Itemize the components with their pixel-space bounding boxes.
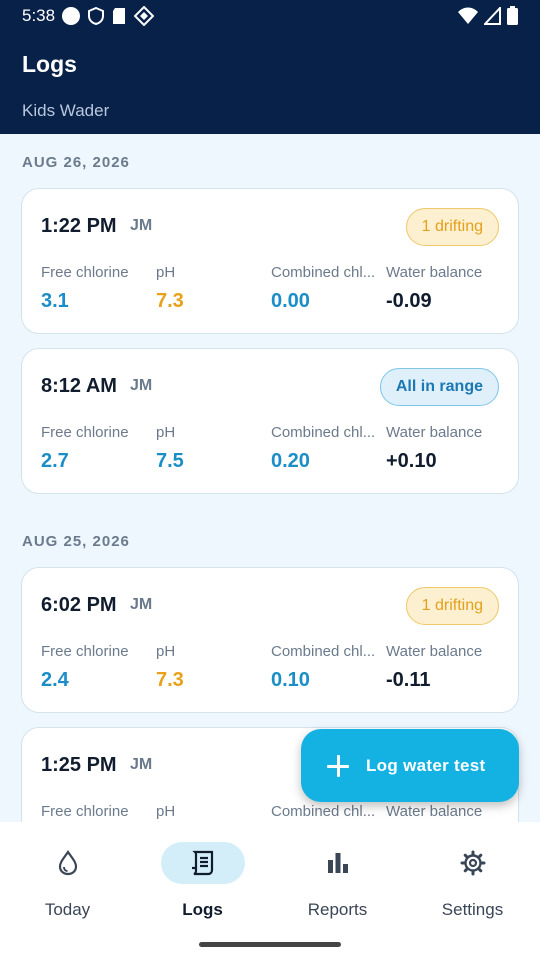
log-list[interactable]: AUG 26, 2026 1:22 PM JM 1 drifting Free … xyxy=(0,134,540,822)
log-time: 6:02 PM xyxy=(41,594,117,616)
sd-card-icon xyxy=(113,8,125,24)
metric-label: Water balance xyxy=(386,803,483,820)
metric-value: -0.11 xyxy=(386,669,431,691)
metric-label: Water balance xyxy=(386,264,483,281)
metric-ph: pH xyxy=(156,803,266,820)
metric-label: pH xyxy=(156,803,176,820)
metric-free-chlorine: Free chlorine 2.7 xyxy=(41,424,151,473)
circle-notification-icon xyxy=(62,7,80,25)
bottom-navigation: Today Logs Reports Settings xyxy=(0,822,540,960)
tester-initials: JM xyxy=(130,596,153,613)
metric-value: 0.10 xyxy=(271,669,310,691)
metric-label: Water balance xyxy=(386,643,483,660)
metric-value: -0.09 xyxy=(386,290,432,312)
pool-name: Kids Wader xyxy=(22,101,110,120)
metric-value: +0.10 xyxy=(386,450,437,472)
status-time: 5:38 xyxy=(22,6,56,25)
nav-label: Logs xyxy=(182,900,223,919)
metric-free-chlorine: Free chlorine xyxy=(41,803,151,820)
nav-icon-container xyxy=(431,842,515,884)
nav-icon-container xyxy=(296,842,380,884)
metric-combined-chlorine: Combined chl... 0.20 xyxy=(271,424,381,473)
metric-water-balance: Water balance xyxy=(386,803,506,820)
data-saver-icon xyxy=(134,6,154,26)
metric-combined-chlorine: Combined chl... 0.10 xyxy=(271,643,381,692)
battery-icon xyxy=(507,6,518,25)
metric-label: Free chlorine xyxy=(41,803,129,820)
bar-chart-icon xyxy=(327,853,348,873)
date-header: AUG 25, 2026 xyxy=(22,533,130,550)
tester-initials: JM xyxy=(130,217,153,234)
logbook-icon xyxy=(191,850,213,876)
metric-label: Free chlorine xyxy=(41,264,129,281)
nav-label: Settings xyxy=(441,900,504,919)
fab-label: Log water test xyxy=(366,755,486,775)
metric-free-chlorine: Free chlorine 3.1 xyxy=(41,264,151,313)
app-header: 5:38 Logs Kids Wader xyxy=(0,0,540,134)
status-badge: 1 drifting xyxy=(405,587,499,625)
nav-reports[interactable]: Reports xyxy=(270,842,405,920)
home-indicator[interactable] xyxy=(199,942,341,947)
date-header: AUG 26, 2026 xyxy=(22,154,130,171)
notification-icons xyxy=(62,6,154,26)
page-title: Logs xyxy=(22,51,77,77)
metric-label: pH xyxy=(156,424,176,441)
metric-combined-chlorine: Combined chl... 0.00 xyxy=(271,264,381,313)
metric-water-balance: Water balance -0.11 xyxy=(386,643,506,692)
shield-icon xyxy=(88,7,104,25)
signal-icon xyxy=(484,6,501,25)
tester-initials: JM xyxy=(130,377,153,394)
status-badge: 1 drifting xyxy=(405,208,499,246)
log-water-test-button[interactable]: Log water test xyxy=(301,729,519,802)
log-time: 8:12 AM xyxy=(41,375,117,397)
metric-label: Combined chl... xyxy=(271,424,376,441)
metric-label: Combined chl... xyxy=(271,264,376,281)
log-card[interactable]: 8:12 AM JM All in range Free chlorine 2.7… xyxy=(21,348,519,494)
tester-initials: JM xyxy=(130,756,153,773)
metric-value: 7.5 xyxy=(156,450,184,472)
log-card[interactable]: 6:02 PM JM 1 drifting Free chlorine 2.4 p… xyxy=(21,567,519,713)
metric-free-chlorine: Free chlorine 2.4 xyxy=(41,643,151,692)
nav-logs[interactable]: Logs xyxy=(135,842,270,920)
nav-today[interactable]: Today xyxy=(0,842,135,920)
log-time: 1:22 PM xyxy=(41,215,117,237)
metric-ph: pH 7.3 xyxy=(156,643,266,692)
status-badge: All in range xyxy=(379,368,499,406)
nav-label: Today xyxy=(44,900,91,919)
metric-label: pH xyxy=(156,643,176,660)
water-drop-icon xyxy=(58,850,77,876)
metric-ph: pH 7.3 xyxy=(156,264,266,313)
log-time: 1:25 PM xyxy=(41,754,117,776)
metric-value: 2.7 xyxy=(41,450,69,472)
log-card[interactable]: 1:22 PM JM 1 drifting Free chlorine 3.1 p… xyxy=(21,188,519,334)
wifi-icon xyxy=(458,7,478,24)
nav-icon-container xyxy=(160,842,245,884)
nav-settings[interactable]: Settings xyxy=(405,842,540,920)
metric-value: 0.00 xyxy=(271,290,310,312)
metric-value: 2.4 xyxy=(41,669,69,691)
metric-label: pH xyxy=(156,264,176,281)
metric-value: 0.20 xyxy=(271,450,310,472)
metric-label: Combined chl... xyxy=(271,643,376,660)
metric-label: Free chlorine xyxy=(41,643,129,660)
metric-label: Water balance xyxy=(386,424,483,441)
metric-ph: pH 7.5 xyxy=(156,424,266,473)
metric-value: 7.3 xyxy=(156,669,184,691)
metric-water-balance: Water balance -0.09 xyxy=(386,264,506,313)
gear-icon xyxy=(460,850,485,876)
status-bar: 5:38 xyxy=(0,0,540,34)
system-icons xyxy=(458,6,518,25)
metric-value: 7.3 xyxy=(156,290,184,312)
nav-icon-container xyxy=(26,842,110,884)
metric-label: Free chlorine xyxy=(41,424,129,441)
nav-label: Reports xyxy=(307,900,368,919)
metric-water-balance: Water balance +0.10 xyxy=(386,424,506,473)
metric-label: Combined chl... xyxy=(271,803,376,820)
metric-combined-chlorine: Combined chl... xyxy=(271,803,381,820)
plus-icon xyxy=(327,754,349,777)
metric-value: 3.1 xyxy=(41,290,69,312)
